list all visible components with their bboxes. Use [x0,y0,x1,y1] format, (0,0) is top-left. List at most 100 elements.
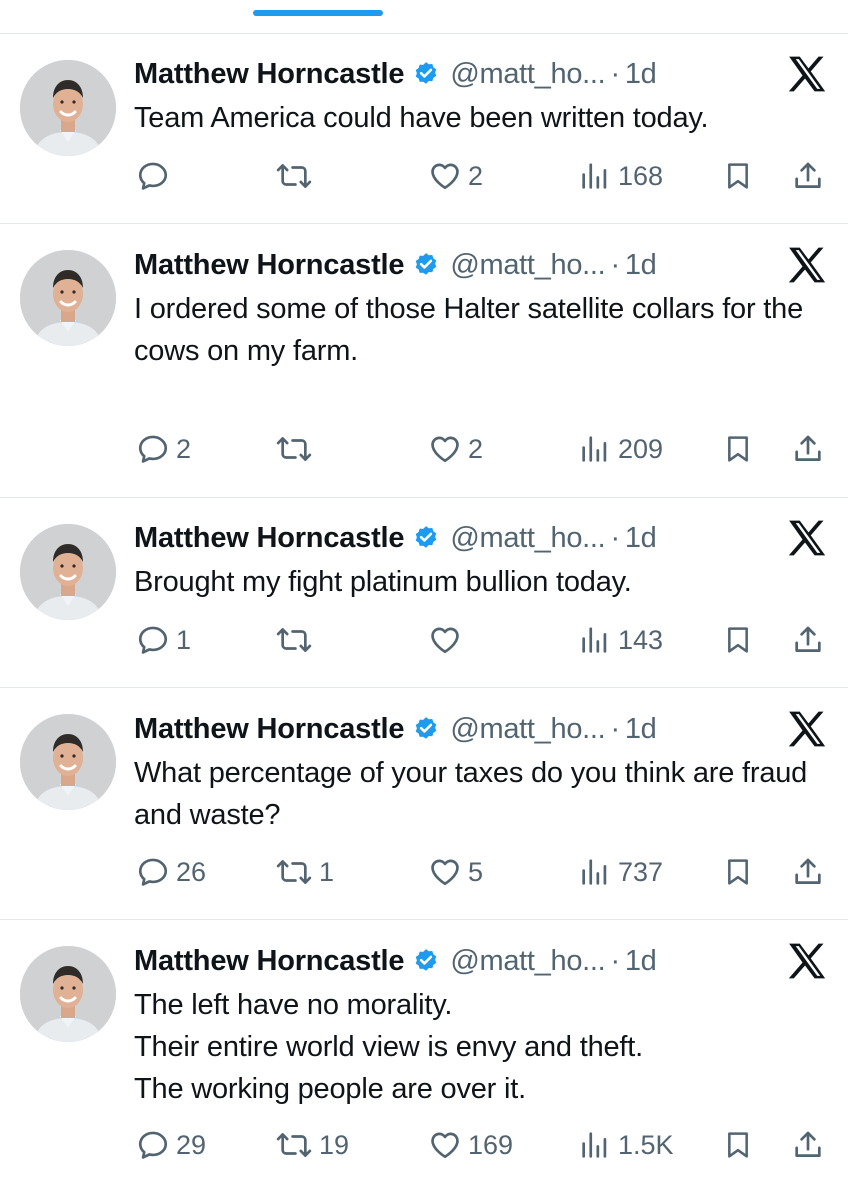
heart-icon [428,855,462,889]
author-handle[interactable]: @matt_ho... [450,713,605,746]
replies-count: 26 [176,856,207,887]
action-bar: 1 143 [0,620,848,660]
retweet-button[interactable]: 19 [275,1125,349,1165]
avatar[interactable] [20,714,116,810]
retweet-button[interactable] [275,429,319,469]
heart-icon [428,623,462,657]
avatar[interactable] [20,250,116,346]
views-icon [578,623,612,657]
retweet-button[interactable] [275,620,319,660]
action-bar: 2 2 209 [0,429,848,469]
retweet-button[interactable]: 1 [275,852,334,892]
tweet-text: I ordered some of those Halter satellite… [134,293,804,367]
views-icon [578,855,612,889]
timestamp[interactable]: 1d [625,945,657,978]
author-name[interactable]: Matthew Horncastle [134,58,405,91]
tweet-card[interactable]: Matthew Horncastle @matt_ho... · 1d Brou… [0,498,848,688]
share-button[interactable] [791,620,825,660]
like-button[interactable]: 2 [428,156,483,196]
like-button[interactable]: 169 [428,1125,513,1165]
top-tab-strip [0,0,848,34]
reply-button[interactable]: 1 [136,620,191,660]
like-button[interactable] [428,620,468,660]
verified-badge-icon [412,524,440,552]
share-button[interactable] [791,1125,825,1165]
x-logo-icon [787,246,827,284]
timestamp[interactable]: 1d [625,249,657,282]
verified-badge-icon [412,251,440,279]
views-icon [578,432,612,466]
share-icon [791,1128,825,1162]
likes-count: 5 [468,856,484,887]
bookmark-button[interactable] [722,852,754,892]
tweet-header: Matthew Horncastle @matt_ho... · 1d [134,943,657,979]
author-handle[interactable]: @matt_ho... [450,522,605,555]
views-icon [578,1128,612,1162]
avatar[interactable] [20,60,116,156]
heart-icon [428,432,462,466]
views-count: 1.5K [618,1129,674,1160]
action-bar: 26 1 5 737 [0,852,848,892]
author-name[interactable]: Matthew Horncastle [134,713,405,746]
replies-count: 29 [176,1129,207,1160]
author-name[interactable]: Matthew Horncastle [134,249,405,282]
share-icon [791,432,825,466]
tweet-card[interactable]: Matthew Horncastle @matt_ho... · 1d The … [0,920,848,1200]
views-count: 168 [618,160,664,191]
timestamp[interactable]: 1d [625,522,657,555]
like-button[interactable]: 2 [428,429,483,469]
views-button[interactable]: 737 [578,852,663,892]
author-name[interactable]: Matthew Horncastle [134,945,405,978]
reply-button[interactable]: 26 [136,852,206,892]
verified-badge-icon [412,60,440,88]
retweet-icon [275,432,313,466]
bookmark-button[interactable] [722,1125,754,1165]
bookmark-icon [722,855,754,889]
author-handle[interactable]: @matt_ho... [450,945,605,978]
separator-dot: · [610,248,620,281]
reply-button[interactable]: 29 [136,1125,206,1165]
share-button[interactable] [791,156,825,196]
avatar[interactable] [20,946,116,1042]
share-icon [791,623,825,657]
bookmark-button[interactable] [722,156,754,196]
avatar[interactable] [20,524,116,620]
separator-dot: · [610,712,620,745]
tweet-header: Matthew Horncastle @matt_ho... · 1d [134,247,657,283]
action-bar: 29 19 169 1.5K [0,1125,848,1165]
share-icon [791,159,825,193]
reply-icon [136,432,170,466]
author-handle[interactable]: @matt_ho... [450,249,605,282]
share-button[interactable] [791,429,825,469]
author-name[interactable]: Matthew Horncastle [134,522,405,555]
reply-button[interactable] [136,156,176,196]
views-button[interactable]: 1.5K [578,1125,674,1165]
retweet-button[interactable] [275,156,319,196]
timestamp[interactable]: 1d [625,58,657,91]
tweet-text: What percentage of your taxes do you thi… [134,757,808,831]
bookmark-button[interactable] [722,429,754,469]
retweet-icon [275,855,313,889]
like-button[interactable]: 5 [428,852,483,892]
share-button[interactable] [791,852,825,892]
reply-icon [136,1128,170,1162]
timestamp[interactable]: 1d [625,713,657,746]
retweet-icon [275,1128,313,1162]
x-logo-icon [787,55,827,93]
tweet-card[interactable]: Matthew Horncastle @matt_ho... · 1d I or… [0,224,848,498]
views-button[interactable]: 168 [578,156,663,196]
retweet-icon [275,623,313,657]
verified-badge-icon [412,947,440,975]
tweet-text: Team America could have been written tod… [134,102,709,134]
tweet-card[interactable]: Matthew Horncastle @matt_ho... · 1d Team… [0,34,848,224]
tweet-card[interactable]: Matthew Horncastle @matt_ho... · 1d What… [0,688,848,920]
views-button[interactable]: 143 [578,620,663,660]
views-button[interactable]: 209 [578,429,663,469]
author-handle[interactable]: @matt_ho... [450,58,605,91]
reply-button[interactable]: 2 [136,429,191,469]
tweet-header: Matthew Horncastle @matt_ho... · 1d [134,520,657,556]
likes-count: 2 [468,433,484,464]
heart-icon [428,1128,462,1162]
bookmark-button[interactable] [722,620,754,660]
bookmark-icon [722,432,754,466]
